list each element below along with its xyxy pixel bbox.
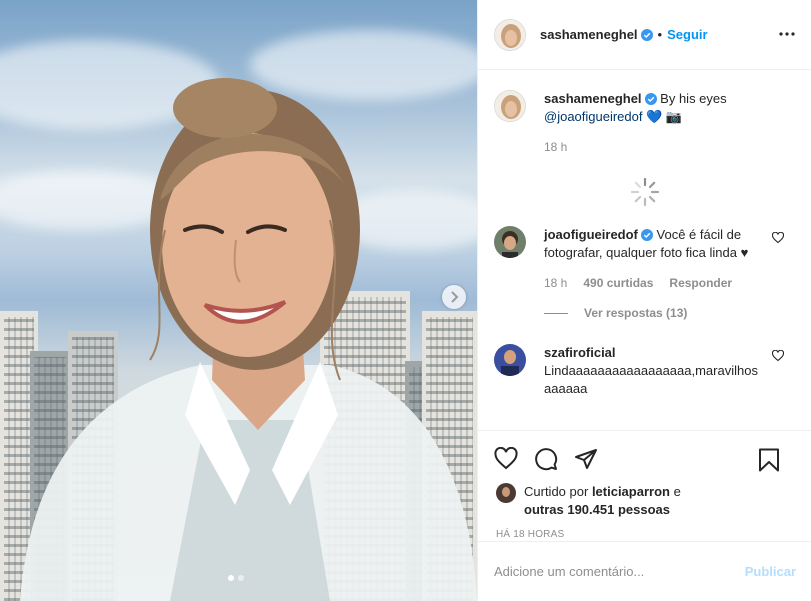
caption-text: sashameneghel By his eyes @joaofigueired… [544, 90, 727, 126]
liked-by-prefix: Curtido por [524, 484, 589, 499]
commenter-avatar[interactable] [494, 226, 526, 258]
caption-meta: 18 h [544, 140, 727, 154]
next-photo-button[interactable] [442, 285, 466, 309]
liked-by-others[interactable]: outras 190.451 pessoas [524, 502, 670, 517]
comment-item: szafiroficial Lindaaaaaaaaaaaaaaaaa,mara… [494, 344, 796, 398]
comment-username[interactable]: joaofigueiredof [544, 227, 638, 242]
bookmark-icon [759, 448, 779, 472]
post-caption: sashameneghel By his eyes @joaofigueired… [494, 90, 796, 154]
replies-divider [544, 312, 568, 314]
post-header: sashameneghel • Seguir [478, 0, 811, 70]
save-button[interactable] [758, 448, 780, 472]
add-comment-bar: Publicar [478, 541, 811, 601]
more-options-icon[interactable] [779, 26, 795, 42]
caption-emoji: 💙 📷 [646, 109, 683, 124]
like-button[interactable] [494, 447, 518, 471]
caption-mention-link[interactable]: @joaofigueiredof [544, 109, 642, 124]
comment-bubble-icon [535, 448, 558, 471]
loading-spinner-icon [494, 176, 796, 208]
comment-text: szafiroficial Lindaaaaaaaaaaaaaaaaa,mara… [544, 344, 764, 398]
comment-likes-count[interactable]: 490 curtidas [583, 276, 653, 290]
comment-button[interactable] [534, 447, 558, 471]
caption-username[interactable]: sashameneghel [544, 91, 642, 106]
caption-time: 18 h [544, 140, 568, 154]
comments-list[interactable]: sashameneghel By his eyes @joaofigueired… [478, 70, 811, 430]
post-photo[interactable] [0, 0, 477, 601]
author-avatar[interactable] [494, 18, 526, 51]
verified-badge-icon [640, 229, 653, 241]
author-username[interactable]: sashameneghel [540, 27, 638, 42]
carousel-indicator [228, 575, 244, 581]
comment-meta: 18 h 490 curtidas Responder [544, 276, 764, 290]
view-replies-label: Ver respostas (13) [584, 306, 688, 320]
liked-by-user[interactable]: leticiaparron [592, 484, 670, 499]
liker-avatar[interactable] [496, 483, 516, 503]
carousel-dot [228, 575, 234, 581]
add-comment-input[interactable] [494, 564, 745, 579]
verified-badge-icon [640, 28, 653, 41]
post-timestamp[interactable]: HÁ 18 HORAS [496, 529, 796, 540]
liked-by: Curtido por leticiaparron e outras 190.4… [494, 483, 796, 519]
post-actions: Curtido por leticiaparron e outras 190.4… [478, 430, 811, 540]
reply-button[interactable]: Responder [669, 276, 732, 290]
chevron-right-icon [451, 291, 459, 303]
comment-like-heart-icon[interactable] [772, 232, 784, 244]
person-illustration [20, 78, 477, 601]
comment-time: 18 h [544, 276, 568, 290]
commenter-avatar[interactable] [494, 344, 526, 376]
liked-by-middle: e [673, 484, 681, 499]
view-replies-button[interactable]: Ver respostas (13) [544, 306, 796, 320]
comment-username[interactable]: szafiroficial [544, 345, 616, 360]
comment-text: joaofigueiredof Você é fácil de fotograf… [544, 226, 764, 262]
comment-body: Lindaaaaaaaaaaaaaaaaa,maravilhosaaaaaa [544, 363, 758, 396]
paper-plane-icon [575, 449, 597, 469]
action-icons [494, 439, 796, 479]
caption-body: By his eyes [660, 91, 727, 106]
post-details-panel: sashameneghel • Seguir sashameneghel By … [477, 0, 811, 601]
liked-by-text: Curtido por leticiaparron e outras 190.4… [524, 483, 681, 519]
heart-icon [494, 447, 518, 470]
comment-item: joaofigueiredof Você é fácil de fotograf… [494, 226, 796, 290]
header-separator: • [657, 27, 663, 42]
comment-like-heart-icon[interactable] [772, 350, 784, 362]
share-button[interactable] [574, 447, 598, 471]
author-avatar[interactable] [494, 90, 526, 122]
carousel-dot [238, 575, 244, 581]
verified-badge-icon [644, 93, 657, 105]
follow-button[interactable]: Seguir [667, 27, 707, 42]
publish-button[interactable]: Publicar [745, 564, 796, 579]
